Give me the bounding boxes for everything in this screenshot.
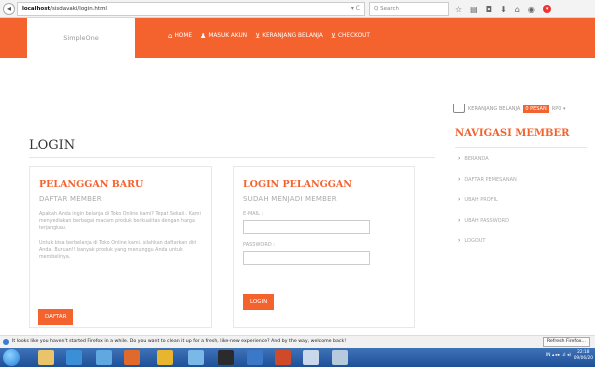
login-panel: LOGIN PELANGGAN SUDAH MENJADI MEMBER E-M… xyxy=(233,166,415,328)
info-icon xyxy=(3,339,9,345)
cart-icon: ⊻ xyxy=(255,32,261,40)
notification-text: It looks like you haven't started Firefo… xyxy=(12,339,347,344)
addon-icon[interactable]: ▾ xyxy=(542,5,552,13)
new-customer-text-1: Apakah Anda ingin belanja di Toko Online… xyxy=(39,212,201,231)
chevron-right-icon: › xyxy=(458,216,461,224)
register-button[interactable]: DAFTAR xyxy=(38,309,74,325)
search-app-icon[interactable] xyxy=(188,350,204,365)
chevron-right-icon: › xyxy=(458,175,461,183)
text-editor-icon[interactable] xyxy=(303,350,319,365)
email-field[interactable] xyxy=(243,220,370,234)
member-nav-label: LOGOUT xyxy=(464,238,486,244)
nav-home[interactable]: ⌂ HOME xyxy=(168,32,192,40)
pocket-icon[interactable]: ◘ xyxy=(486,5,492,14)
nav-masuk-akun-label: MASUK AKUN xyxy=(208,33,248,39)
firefox-icon[interactable] xyxy=(124,350,140,365)
page-title: LOGIN xyxy=(29,138,76,153)
member-nav-title: NAVIGASI MEMBER xyxy=(455,128,570,139)
cart-summary[interactable]: KERANJANG BELANJA 0 PESAN RP0 ▾ xyxy=(453,104,566,113)
nav-keranjang-label: KERANJANG BELANJA xyxy=(262,33,323,39)
member-nav-label: UBAH PASSWORD xyxy=(464,217,509,224)
chevron-right-icon: › xyxy=(458,196,461,203)
nav-keranjang-belanja[interactable]: ⊻ KERANJANG BELANJA xyxy=(255,32,323,40)
login-button[interactable]: LOGIN xyxy=(243,294,275,310)
site-header: SimpleOne ⌂ HOME ♟ MASUK AKUN ⊻ KERANJAN… xyxy=(0,18,595,58)
chat-icon[interactable]: ◉ xyxy=(528,5,535,14)
password-label: PASSWORD : xyxy=(243,242,275,248)
member-nav-label: UBAH PROFIL xyxy=(464,197,498,203)
nav-home-label: HOME xyxy=(174,33,193,39)
media-player-icon[interactable] xyxy=(66,350,82,365)
url-bar[interactable]: localhost/sisdavaki/login.html ▾ C xyxy=(17,2,365,16)
member-nav-item-ubah-profil[interactable]: › UBAH PROFIL xyxy=(458,197,517,218)
chevron-right-icon: › xyxy=(458,237,461,244)
back-arrow-icon[interactable]: ◂ xyxy=(3,3,15,15)
clock-date: 09/06/20 xyxy=(573,356,593,361)
browser-toolbar-icons: ☆ ▤ ◘ ⬇ ⌂ ◉ ▾ xyxy=(455,2,552,16)
browser-toolbar: ◂ localhost/sisdavaki/login.html ▾ C Q S… xyxy=(0,0,595,18)
cart-icon: ⊻ xyxy=(330,32,336,40)
member-nav-item-logout[interactable]: › LOGOUT xyxy=(458,238,517,259)
system-tray[interactable]: IN ▴ ▸▸ .ıl ◂) xyxy=(546,353,571,358)
browser-search-input[interactable]: Q Search xyxy=(369,2,449,16)
star-icon[interactable]: ☆ xyxy=(455,5,462,14)
site-logo[interactable]: SimpleOne xyxy=(27,18,135,58)
email-label: E-MAIL : xyxy=(243,211,264,217)
media-app-icon[interactable] xyxy=(218,350,234,365)
url-host: localhost xyxy=(22,6,51,12)
file-explorer-icon[interactable] xyxy=(38,350,54,365)
xampp-icon[interactable] xyxy=(275,350,291,365)
cart-summary-label: KERANJANG BELANJA xyxy=(468,105,521,112)
login-subheading: SUDAH MENJADI MEMBER xyxy=(243,195,337,203)
member-nav-list: › BERANDA › DAFTAR PEMESANAN › UBAH PROFIL … xyxy=(458,156,517,259)
firefox-notification-bar: It looks like you haven't started Firefo… xyxy=(0,335,595,348)
member-nav-item-daftar-pemesanan[interactable]: › DAFTAR PEMESANAN xyxy=(458,175,517,198)
reload-icon[interactable]: ▾ C xyxy=(351,3,360,15)
member-nav-divider xyxy=(455,147,587,148)
download-icon[interactable]: ⬇ xyxy=(500,5,507,14)
refresh-firefox-button[interactable]: Refresh Firefox... xyxy=(542,337,590,347)
home-icon: ⌂ xyxy=(168,32,173,40)
login-heading: LOGIN PELANGGAN xyxy=(243,179,352,190)
main-nav: ⌂ HOME ♟ MASUK AKUN ⊻ KERANJANG BELANJA … xyxy=(168,32,370,40)
cart-icon xyxy=(453,104,465,113)
chevron-right-icon: › xyxy=(458,155,461,162)
title-divider xyxy=(29,157,435,158)
member-nav-item-beranda[interactable]: › BERANDA xyxy=(458,156,517,177)
visual-studio-icon[interactable] xyxy=(247,350,263,365)
nav-checkout-label: CHECKOUT xyxy=(338,33,370,39)
member-nav-item-ubah-password[interactable]: › UBAH PASSWORD xyxy=(458,216,517,239)
new-customer-panel: PELANGGAN BARU DAFTAR MEMBER Apakah Anda… xyxy=(29,166,212,328)
cart-count-badge: 0 PESAN xyxy=(523,104,549,113)
home-icon[interactable]: ⌂ xyxy=(515,5,520,14)
currency-dropdown[interactable]: RP0 ▾ xyxy=(552,106,566,112)
bookmarks-icon[interactable]: ▤ xyxy=(470,5,478,14)
taskbar-clock[interactable]: 22:18 09/06/20 xyxy=(574,350,593,362)
new-customer-heading: PELANGGAN BARU xyxy=(39,179,144,190)
member-nav-label: BERANDA xyxy=(464,156,489,162)
windows-taskbar: IN ▴ ▸▸ .ıl ◂) 22:18 09/06/20 xyxy=(0,348,595,367)
url-path: /sisdavaki/login.html xyxy=(50,6,107,12)
image-app-icon[interactable] xyxy=(332,350,348,365)
nav-checkout[interactable]: ⊻ CHECKOUT xyxy=(331,32,370,40)
password-field[interactable] xyxy=(243,251,370,265)
start-button-icon[interactable] xyxy=(3,349,20,366)
nav-masuk-akun[interactable]: ♟ MASUK AKUN xyxy=(200,32,247,40)
new-customer-text-2: Untuk bisa berbelanja di Toko Online kam… xyxy=(39,241,197,260)
chrome-icon[interactable] xyxy=(157,350,173,365)
browser-app-icon[interactable] xyxy=(96,350,112,365)
new-customer-subheading: DAFTAR MEMBER xyxy=(39,195,102,203)
user-icon: ♟ xyxy=(200,32,207,40)
member-nav-label: DAFTAR PEMESANAN xyxy=(464,176,517,183)
